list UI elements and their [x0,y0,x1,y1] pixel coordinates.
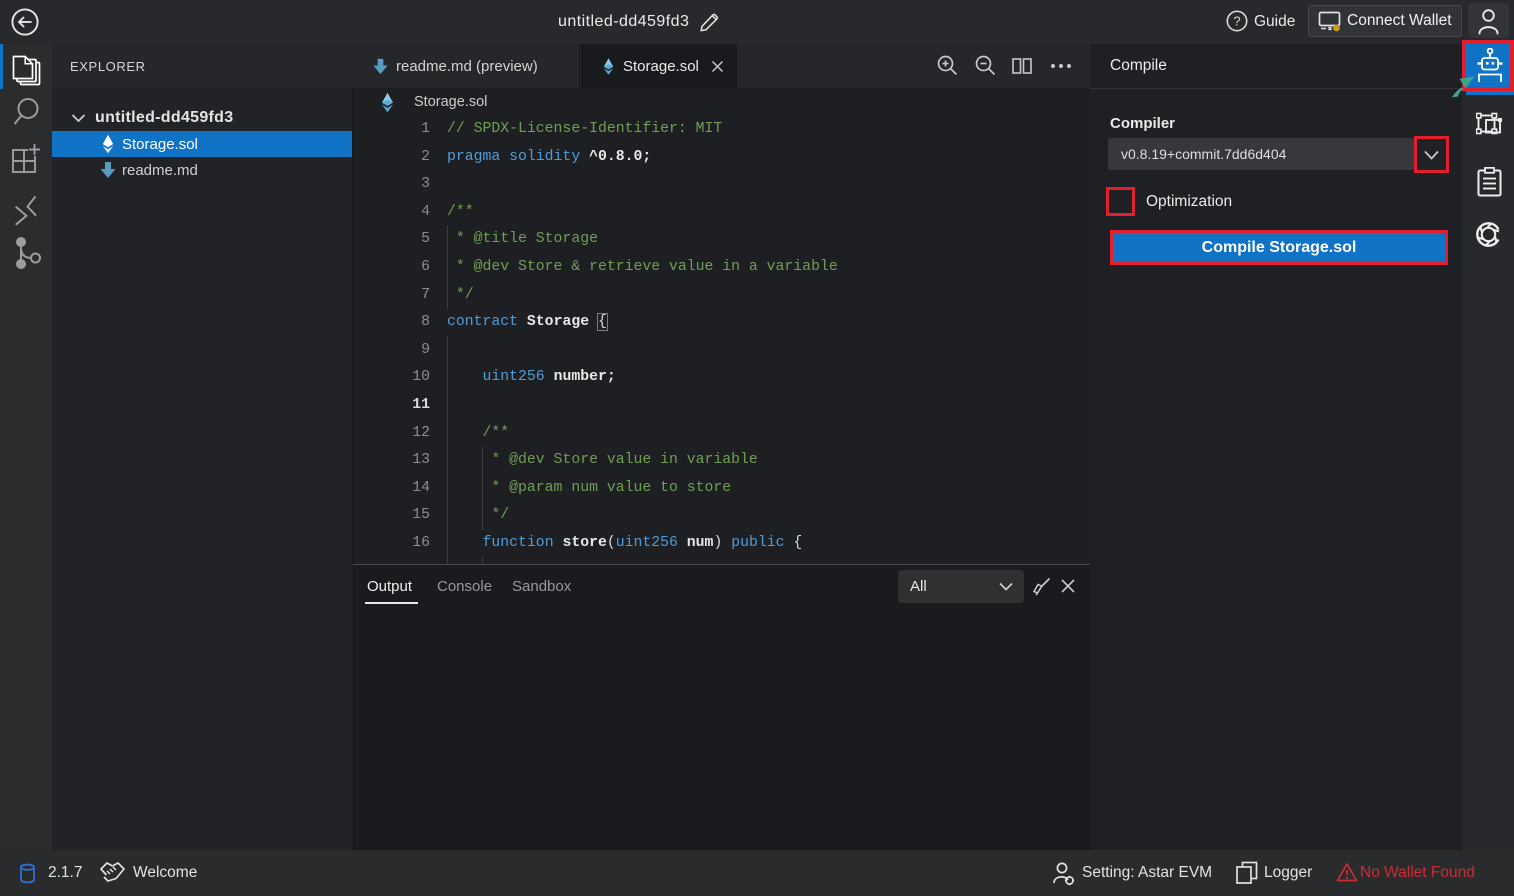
svg-text:?: ? [1233,14,1240,29]
